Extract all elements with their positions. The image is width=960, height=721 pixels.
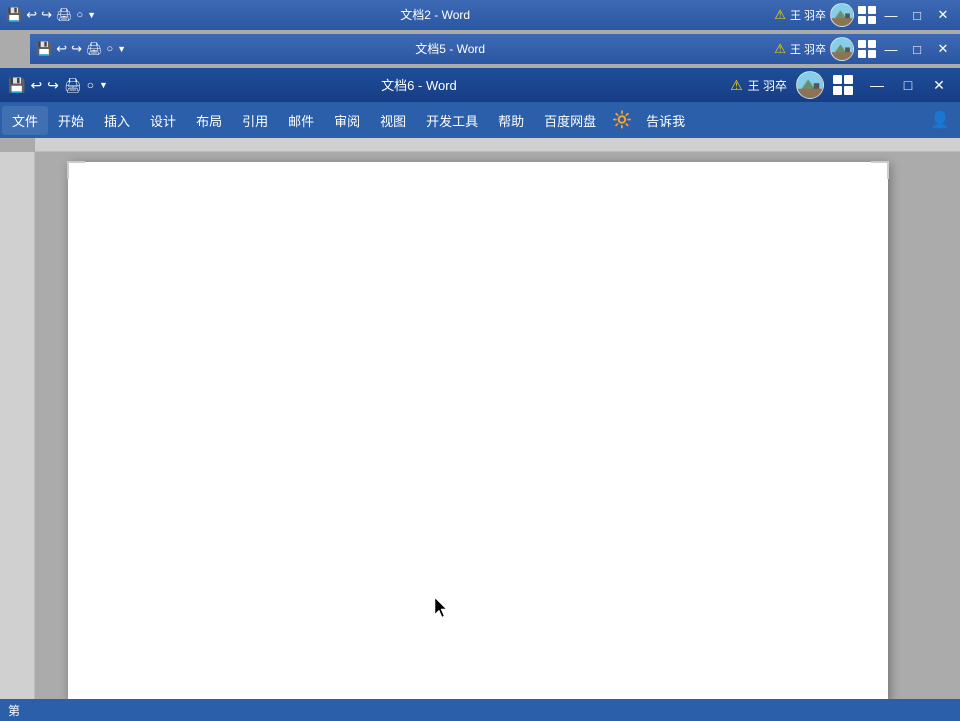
minimize-btn-doc5[interactable]: —: [880, 42, 902, 57]
redo-icon-2[interactable]: ↪: [71, 41, 82, 57]
titlebar-title-doc6: 文档6 - Word: [381, 78, 457, 93]
redo-icon[interactable]: ↪: [41, 7, 52, 23]
corner-mark-tl: [67, 161, 85, 179]
dropdown-icon-3[interactable]: ▼: [99, 80, 108, 90]
menu-insert[interactable]: 插入: [94, 106, 140, 135]
undo-icon-2[interactable]: ↩: [56, 41, 67, 57]
menu-layout[interactable]: 布局: [186, 106, 232, 135]
avatar-doc2: [830, 3, 854, 27]
windows-icon-doc6[interactable]: [833, 75, 853, 95]
print-icon[interactable]: 🖨: [56, 7, 73, 23]
print-icon-2[interactable]: 🖨: [86, 41, 103, 57]
titlebar-doc6: 💾 ↩ ↪ 🖨 ○ ▼ 文档6 - Word ⚠ 王 羽卒 — □ ✕: [0, 68, 960, 102]
avatar-doc5: [830, 37, 854, 61]
maximize-btn-doc2[interactable]: □: [906, 8, 928, 23]
close-btn-doc6[interactable]: ✕: [926, 77, 952, 94]
circle-icon-3[interactable]: ○: [87, 78, 94, 92]
minimize-btn-doc6[interactable]: —: [864, 77, 890, 93]
ruler-vertical: [0, 152, 35, 699]
window-doc6[interactable]: 💾 ↩ ↪ 🖨 ○ ▼ 文档6 - Word ⚠ 王 羽卒 — □ ✕ 文件 开…: [0, 68, 960, 721]
avatar-doc6: [796, 71, 824, 99]
corner-mark-tr: [871, 161, 889, 179]
menu-baidu[interactable]: 百度网盘: [534, 106, 606, 135]
tell-me[interactable]: 告诉我: [638, 106, 693, 135]
maximize-btn-doc6[interactable]: □: [895, 77, 921, 93]
window-doc2[interactable]: 💾 ↩ ↪ 🖨 ○ ▼ 文档2 - Word ⚠ 王 羽卒 — □ ✕: [0, 0, 960, 30]
window-doc5[interactable]: 💾 ↩ ↪ 🖨 ○ ▼ 文档5 - Word ⚠ 王 羽卒 — □ ✕: [30, 34, 960, 64]
menu-start[interactable]: 开始: [48, 106, 94, 135]
username-doc2: 王 羽卒: [790, 7, 826, 23]
document-page[interactable]: [68, 162, 888, 702]
status-bar: 第: [0, 699, 960, 721]
windows-icon-doc2[interactable]: [858, 6, 876, 24]
user-search-icon[interactable]: 👤: [922, 105, 958, 135]
menu-references[interactable]: 引用: [232, 106, 278, 135]
close-btn-doc2[interactable]: ✕: [932, 7, 954, 23]
ruler-horizontal: [35, 138, 960, 152]
redo-icon-3[interactable]: ↪: [47, 77, 59, 94]
warn-icon-doc6: ⚠: [730, 77, 743, 94]
undo-icon[interactable]: ↩: [26, 7, 37, 23]
circle-icon[interactable]: ○: [77, 9, 84, 21]
save-icon-3[interactable]: 💾: [8, 77, 25, 94]
close-btn-doc5[interactable]: ✕: [932, 41, 954, 57]
lightbulb-icon[interactable]: 🔆: [606, 105, 638, 135]
menu-developer[interactable]: 开发工具: [416, 106, 488, 135]
titlebar-title-doc5: 文档5 - Word: [415, 42, 485, 56]
dropdown-icon[interactable]: ▼: [87, 10, 96, 20]
username-doc5: 王 羽卒: [790, 41, 826, 57]
circle-icon-2[interactable]: ○: [107, 43, 114, 55]
titlebar-title-doc2: 文档2 - Word: [400, 8, 470, 22]
titlebar-doc5: 💾 ↩ ↪ 🖨 ○ ▼ 文档5 - Word ⚠ 王 羽卒 — □ ✕: [30, 34, 960, 64]
warn-icon-doc5: ⚠: [774, 41, 786, 57]
menu-help[interactable]: 帮助: [488, 106, 534, 135]
dropdown-icon-2[interactable]: ▼: [117, 44, 126, 54]
undo-icon-3[interactable]: ↩: [30, 77, 42, 94]
save-icon-2[interactable]: 💾: [36, 41, 52, 57]
menu-file[interactable]: 文件: [2, 106, 48, 135]
page-status: 第: [8, 702, 20, 719]
menu-review[interactable]: 审阅: [324, 106, 370, 135]
username-doc6: 王 羽卒: [748, 77, 787, 94]
maximize-btn-doc5[interactable]: □: [906, 42, 928, 57]
titlebar-doc2: 💾 ↩ ↪ 🖨 ○ ▼ 文档2 - Word ⚠ 王 羽卒 — □ ✕: [0, 0, 960, 30]
doc-area: 第: [0, 138, 960, 721]
windows-icon-doc5[interactable]: [858, 40, 876, 58]
menu-bar: 文件 开始 插入 设计 布局 引用 邮件 审阅 视图 开发工具 帮助 百度网盘 …: [0, 102, 960, 138]
menu-view[interactable]: 视图: [370, 106, 416, 135]
warn-icon-doc2: ⚠: [774, 7, 786, 23]
save-icon[interactable]: 💾: [6, 7, 22, 23]
menu-design[interactable]: 设计: [140, 106, 186, 135]
minimize-btn-doc2[interactable]: —: [880, 8, 902, 23]
print-icon-3[interactable]: 🖨: [64, 77, 82, 94]
menu-mail[interactable]: 邮件: [278, 106, 324, 135]
